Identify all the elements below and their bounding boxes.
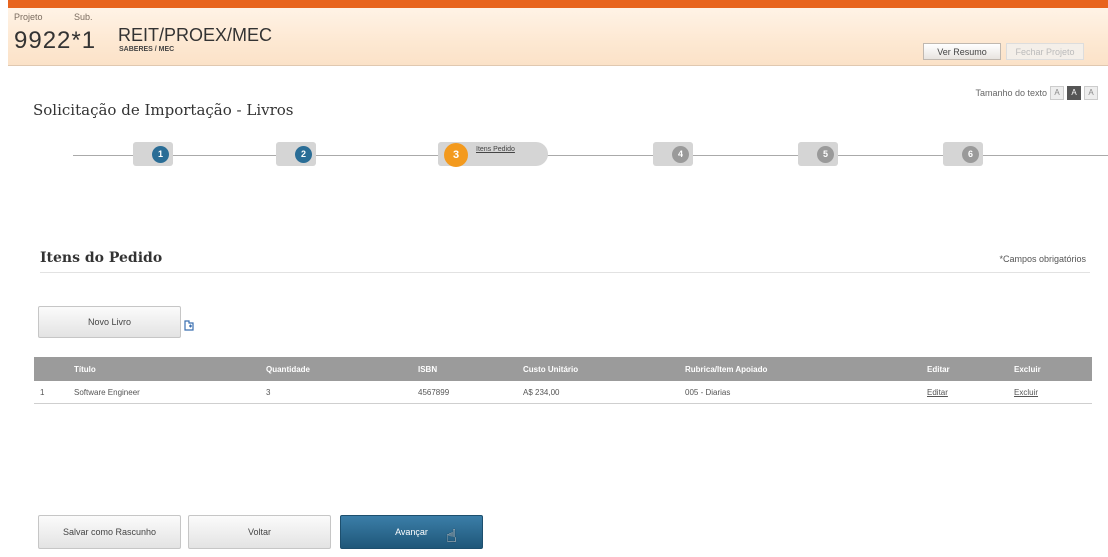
wizard-step-6: 6: [943, 142, 983, 166]
cell-delete: Excluir: [1008, 381, 1092, 404]
project-header: Projeto Sub. 9922*1 REIT/PROEX/MEC SABER…: [8, 0, 1108, 66]
items-table: Título Quantidade ISBN Custo Unitário Ru…: [34, 357, 1092, 404]
col-unit-cost: Custo Unitário: [517, 357, 679, 381]
page: Projeto Sub. 9922*1 REIT/PROEX/MEC SABER…: [8, 0, 1108, 557]
project-title: REIT/PROEX/MEC: [118, 25, 273, 45]
new-book-icon: [183, 319, 195, 331]
wizard-step-2[interactable]: 2: [276, 142, 316, 166]
close-project-button[interactable]: Fechar Projeto: [1006, 43, 1084, 60]
col-quantity: Quantidade: [260, 357, 412, 381]
page-title: Solicitação de Importação - Livros: [33, 101, 294, 119]
wizard-step-3[interactable]: 3 Itens Pedido: [438, 142, 548, 167]
project-label: Projeto: [14, 12, 43, 22]
step-number: 4: [672, 146, 689, 163]
next-button[interactable]: Avançar: [340, 515, 483, 549]
step-number: 6: [962, 146, 979, 163]
text-size-small-button[interactable]: A: [1050, 86, 1064, 100]
cell-isbn: 4567899: [412, 381, 517, 404]
view-summary-button[interactable]: Ver Resumo: [923, 43, 1001, 60]
col-delete: Excluir: [1008, 357, 1092, 381]
required-note: *Campos obrigatórios: [999, 254, 1086, 264]
section-divider: [40, 272, 1090, 273]
table-row: 1 Software Engineer 3 4567899 A$ 234,00 …: [34, 381, 1092, 404]
save-draft-button[interactable]: Salvar como Rascunho: [38, 515, 181, 549]
wizard-step-1[interactable]: 1: [133, 142, 173, 166]
wizard-step-4: 4: [653, 142, 693, 166]
project-number: 9922*1: [14, 27, 97, 54]
text-size-large-button[interactable]: A: [1084, 86, 1098, 100]
step-number: 3: [444, 143, 468, 167]
cell-quantity: 3: [260, 381, 412, 404]
sub-label: Sub.: [74, 12, 93, 22]
cell-edit: Editar: [921, 381, 1008, 404]
col-edit: Editar: [921, 357, 1008, 381]
delete-link[interactable]: Excluir: [1014, 388, 1038, 397]
edit-link[interactable]: Editar: [927, 388, 948, 397]
back-button[interactable]: Voltar: [188, 515, 331, 549]
col-title: Título: [68, 357, 260, 381]
col-budget-item: Rubrica/Item Apoiado: [679, 357, 921, 381]
new-book-button[interactable]: Novo Livro: [38, 306, 181, 338]
col-isbn: ISBN: [412, 357, 517, 381]
step-label: Itens Pedido: [476, 146, 515, 153]
wizard-step-5: 5: [798, 142, 838, 166]
text-size-medium-button[interactable]: A: [1067, 86, 1081, 100]
section-title: Itens do Pedido: [40, 250, 163, 266]
col-index: [34, 357, 68, 381]
text-size-control: Tamanho do texto A A A: [975, 86, 1098, 100]
text-size-label: Tamanho do texto: [975, 88, 1047, 98]
step-number: 2: [295, 146, 312, 163]
cell-index: 1: [34, 381, 68, 404]
step-number: 1: [152, 146, 169, 163]
project-subtitle: SABERES / MEC: [119, 46, 175, 53]
cell-budget-item: 005 - Diarias: [679, 381, 921, 404]
step-number: 5: [817, 146, 834, 163]
hand-cursor-icon: ☝: [446, 526, 457, 546]
cell-unit-cost: A$ 234,00: [517, 381, 679, 404]
cell-title: Software Engineer: [68, 381, 260, 404]
table-header-row: Título Quantidade ISBN Custo Unitário Ru…: [34, 357, 1092, 381]
